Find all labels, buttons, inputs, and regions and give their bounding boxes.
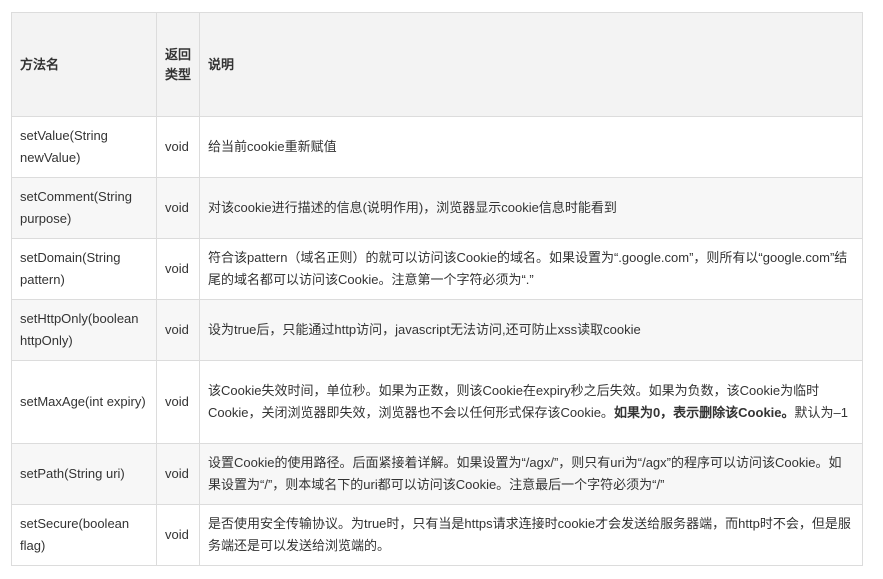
return-type-cell: void	[156, 504, 200, 566]
table-body: setValue(String newValue) void 给当前cookie…	[11, 116, 863, 566]
description-cell: 该Cookie失效时间，单位秒。如果为正数，则该Cookie在expiry秒之后…	[199, 360, 863, 444]
description-cell: 是否使用安全传输协议。为true时，只有当是https请求连接时cookie才会…	[199, 504, 863, 566]
return-type-cell: void	[156, 116, 200, 178]
table-row: setValue(String newValue) void 给当前cookie…	[11, 116, 863, 178]
method-cell: setDomain(String pattern)	[11, 238, 157, 300]
description-cell: 对该cookie进行描述的信息(说明作用)，浏览器显示cookie信息时能看到	[199, 177, 863, 239]
return-type-cell: void	[156, 238, 200, 300]
method-cell: setSecure(boolean flag)	[11, 504, 157, 566]
return-type-cell: void	[156, 443, 200, 505]
description-cell: 设为true后，只能通过http访问，javascript无法访问,还可防止xs…	[199, 299, 863, 361]
description-cell: 设置Cookie的使用路径。后面紧接着详解。如果设置为“/agx/”，则只有ur…	[199, 443, 863, 505]
table-row: setHttpOnly(boolean httpOnly) void 设为tru…	[11, 299, 863, 361]
method-cell: setMaxAge(int expiry)	[11, 360, 157, 444]
method-cell: setValue(String newValue)	[11, 116, 157, 178]
description-default-text: 默认为–1	[794, 405, 848, 420]
cookie-methods-table-wrapper: 方法名 返回类型 说明 setValue(String newValue) vo…	[11, 12, 863, 566]
description-bold-text: 如果为0，表示删除该Cookie。	[613, 405, 795, 420]
description-cell: 符合该pattern（域名正则）的就可以访问该Cookie的域名。如果设置为“.…	[199, 238, 863, 300]
table-header: 方法名 返回类型 说明	[11, 12, 863, 117]
cookie-methods-table: 方法名 返回类型 说明 setValue(String newValue) vo…	[11, 12, 863, 566]
return-type-cell: void	[156, 177, 200, 239]
header-method: 方法名	[11, 12, 157, 117]
table-row: setDomain(String pattern) void 符合该patter…	[11, 238, 863, 300]
table-row: setSecure(boolean flag) void 是否使用安全传输协议。…	[11, 504, 863, 566]
method-cell: setComment(String purpose)	[11, 177, 157, 239]
return-type-cell: void	[156, 360, 200, 444]
table-row: setComment(String purpose) void 对该cookie…	[11, 177, 863, 239]
header-description: 说明	[199, 12, 863, 117]
header-row: 方法名 返回类型 说明	[11, 12, 863, 117]
method-cell: setPath(String uri)	[11, 443, 157, 505]
description-cell: 给当前cookie重新赋值	[199, 116, 863, 178]
table-row: setPath(String uri) void 设置Cookie的使用路径。后…	[11, 443, 863, 505]
header-return-type: 返回类型	[156, 12, 200, 117]
return-type-cell: void	[156, 299, 200, 361]
method-cell: setHttpOnly(boolean httpOnly)	[11, 299, 157, 361]
table-row: setMaxAge(int expiry) void 该Cookie失效时间，单…	[11, 360, 863, 444]
